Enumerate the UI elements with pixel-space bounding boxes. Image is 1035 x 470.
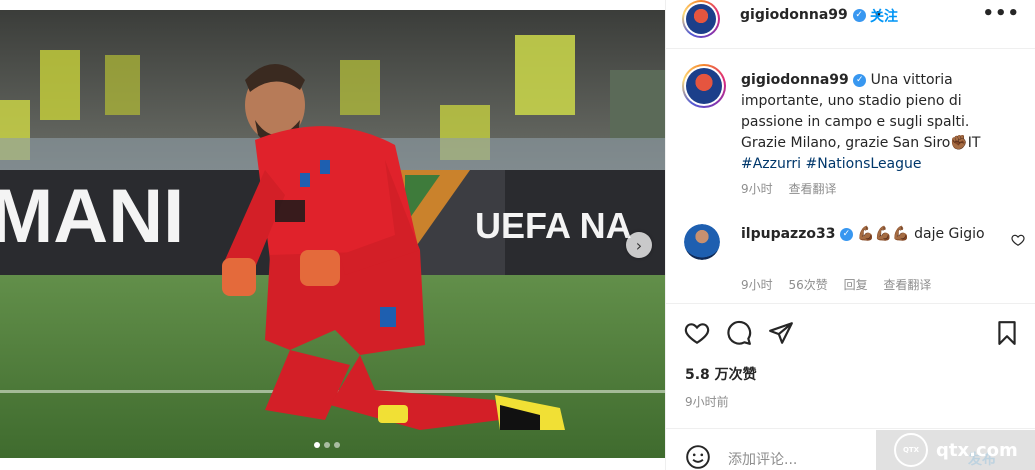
emoji-icon[interactable] [685,444,711,470]
like-heart-icon[interactable] [684,320,710,346]
commenter-username[interactable]: ilpupazzo33 [741,226,835,242]
banner-right-text: UEFA NA [475,205,632,246]
commenter-avatar[interactable] [684,224,720,260]
carousel-dot[interactable] [314,442,320,448]
likes-count[interactable]: 5.8 万次赞 [685,364,757,384]
comment-emojis: 💪🏾💪🏾💪🏾 [857,226,910,242]
header-divider [666,48,1035,49]
follow-button[interactable]: 关注 [870,6,898,26]
watermark-logo-icon: QTX [894,433,928,467]
caption-translate-link[interactable]: 查看翻译 [788,182,836,196]
caption-emoji: ✊🏾IT [950,135,981,151]
next-photo-button[interactable]: › [626,232,652,258]
verified-badge-icon: ✓ [853,73,867,87]
post-header: gigiodonna99 ✓ • [740,7,882,23]
post-sidebar: gigiodonna99 ✓ • 关注 ••• gigiodonna99 ✓ U… [665,0,1035,470]
hashtag-azzurri[interactable]: #Azzurri [741,156,801,172]
post-actions [684,320,1024,346]
composer-divider [666,428,1035,429]
chevron-right-icon: › [635,235,643,255]
add-comment-input[interactable]: 添加评论... [728,449,797,469]
post-photo[interactable]: MANI UEFA NA › [0,10,665,458]
comment-likes[interactable]: 56次赞 [788,278,827,292]
bottom-strip [0,458,665,470]
banner-left-text: MANI [0,174,184,259]
more-options-icon[interactable]: ••• [982,3,1020,24]
comment-meta: 9小时 56次赞 回复 查看翻译 [741,276,943,293]
comment-reply-link[interactable]: 回复 [844,278,868,292]
carousel-dot[interactable] [334,442,340,448]
carousel-dot[interactable] [324,442,330,448]
caption-time: 9小时 [741,182,773,196]
bookmark-icon[interactable] [994,320,1020,346]
share-send-icon[interactable] [768,320,794,346]
carousel-dots [314,442,340,448]
post-time: 9小时前 [685,395,729,409]
post-caption: gigiodonna99 ✓ Una vittoria importante, … [741,70,1016,175]
comment-like-heart-icon[interactable] [1011,233,1025,247]
comment: ilpupazzo33 ✓ 💪🏾💪🏾💪🏾 daje Gigio [741,224,1001,245]
caption-username[interactable]: gigiodonna99 [741,72,849,88]
caption-meta: 9小时 查看翻译 [741,180,848,197]
caption-avatar[interactable] [682,64,726,108]
top-strip [0,0,665,10]
comment-text: daje Gigio [914,226,985,242]
watermark: QTX qtx.com [876,430,1035,470]
comment-time: 9小时 [741,278,773,292]
author-avatar[interactable] [682,0,720,38]
comment-bubble-icon[interactable] [726,320,752,346]
watermark-text: qtx.com [936,439,1018,461]
verified-badge-icon: ✓ [852,8,866,22]
photo-scene: MANI UEFA NA [0,10,665,458]
hashtag-nationsleague[interactable]: #NationsLeague [806,156,922,172]
author-username[interactable]: gigiodonna99 [740,7,848,23]
verified-badge-icon: ✓ [839,227,853,241]
actions-divider [666,303,1035,304]
comment-translate-link[interactable]: 查看翻译 [883,278,931,292]
